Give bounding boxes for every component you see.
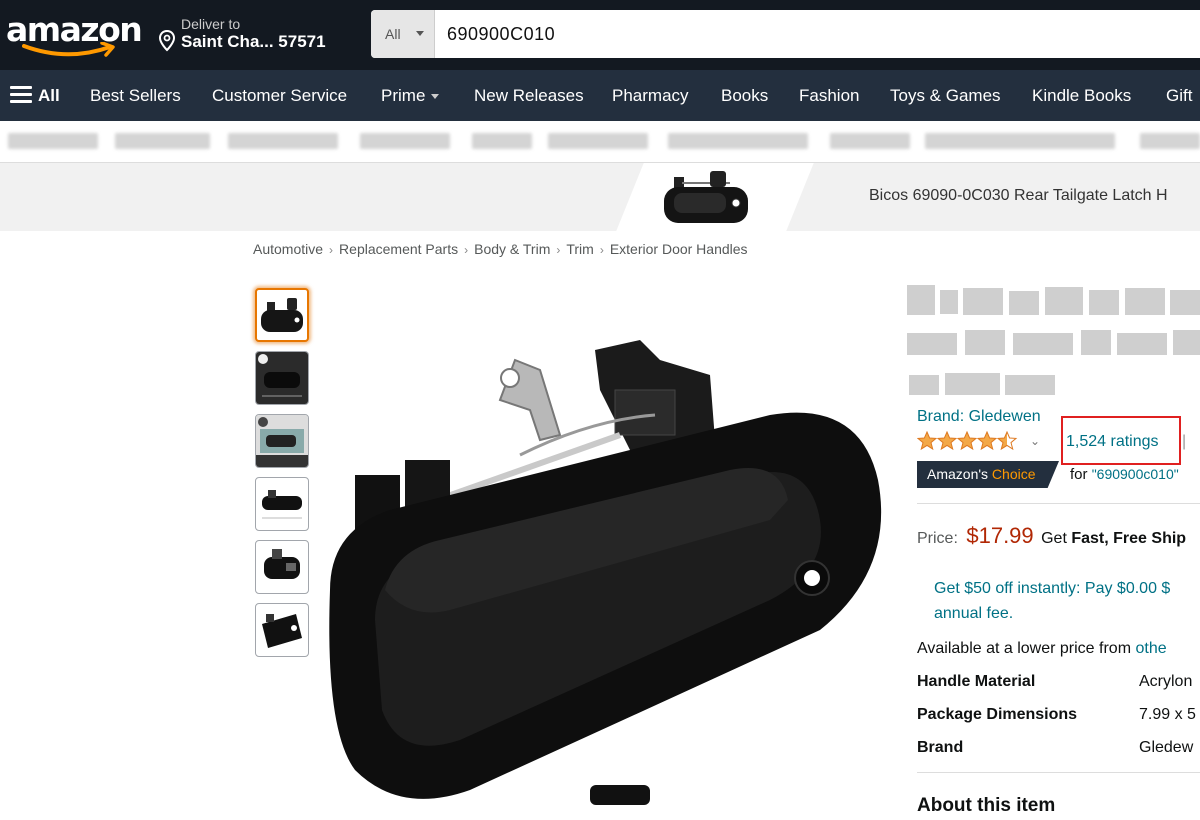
promo-line-1: Get $50 off instantly: Pay $0.00 $ — [934, 580, 1171, 597]
badge-text: Amazon's Choice — [927, 466, 1036, 482]
price-row: Price: $17.99 Get Fast, Free Ship — [917, 523, 1186, 549]
chevron-right-icon: › — [329, 243, 334, 257]
spec-row: Handle Material Acrylon — [917, 673, 1200, 695]
search-category-dropdown[interactable]: All — [371, 10, 435, 58]
nav-fashion[interactable]: Fashion — [799, 70, 859, 121]
breadcrumb-exterior-door-handles[interactable]: Exterior Door Handles — [610, 241, 748, 257]
sponsored-banner[interactable]: Bicos 69090-0C030 Rear Tailgate Latch H — [0, 163, 1200, 231]
shipping-bold: Fast, Free Ship — [1071, 530, 1187, 547]
chevron-down-icon — [416, 31, 424, 36]
spec-value: 7.99 x 5 — [1139, 706, 1196, 723]
breadcrumb-trim[interactable]: Trim — [566, 241, 593, 257]
chevron-right-icon: › — [556, 243, 561, 257]
nav-kindle-books[interactable]: Kindle Books — [1032, 70, 1131, 121]
blurred-item — [830, 133, 910, 149]
search-input[interactable] — [435, 10, 1195, 58]
top-header: amazon Deliver to Saint Cha... 57571 All — [0, 0, 1200, 70]
badge-text-choice: Choice — [991, 466, 1036, 482]
separator: | — [1182, 433, 1187, 450]
star-rating-icon[interactable] — [917, 431, 1027, 451]
nav-books[interactable]: Books — [721, 70, 768, 121]
spec-value: Gledew — [1139, 739, 1194, 756]
blurred-item — [115, 133, 210, 149]
nav-pharmacy[interactable]: Pharmacy — [612, 70, 689, 121]
blurred-item — [8, 133, 98, 149]
location-pin-icon — [158, 30, 176, 52]
amazons-choice-badge[interactable]: Amazon's Choice — [917, 461, 1059, 488]
card-promo-link[interactable]: Get $50 off instantly: Pay $0.00 $ annua… — [934, 576, 1170, 626]
spec-row: Package Dimensions 7.99 x 5 — [917, 706, 1200, 728]
blurred-item — [1140, 133, 1200, 149]
choice-for-query: for "690900c010" — [1070, 466, 1179, 483]
chevron-down-icon — [431, 94, 440, 100]
shipping-text: Get Fast, Free Ship — [1041, 530, 1186, 547]
search-bar: All — [371, 10, 1200, 58]
banner-product-image — [664, 171, 748, 223]
banner-title: Bicos 69090-0C030 Rear Tailgate Latch H — [869, 187, 1168, 204]
about-this-item-heading: About this item — [917, 795, 1056, 816]
deliver-location: Saint Cha... 57571 — [181, 32, 326, 51]
promo-line-2: annual fee. — [934, 605, 1014, 622]
deliver-label: Deliver to — [181, 16, 241, 32]
breadcrumb-replacement-parts[interactable]: Replacement Parts — [339, 241, 458, 257]
blurred-item — [472, 133, 532, 149]
nav-gift[interactable]: Gift — [1166, 70, 1192, 121]
sub-navigation-blurred — [0, 121, 1200, 163]
chevron-right-icon: › — [599, 243, 604, 257]
lower-price-text: Available at a lower price from — [917, 640, 1132, 657]
breadcrumb-automotive[interactable]: Automotive — [253, 241, 323, 257]
ratings-count-link[interactable]: 1,524 ratings — [1066, 433, 1159, 451]
divider — [917, 772, 1200, 773]
main-product-image[interactable] — [300, 330, 900, 810]
blurred-item — [668, 133, 808, 149]
breadcrumb-body-trim[interactable]: Body & Trim — [474, 241, 550, 257]
nav-prime-label: Prime — [381, 86, 426, 105]
nav-toys-games[interactable]: Toys & Games — [890, 70, 1001, 121]
choice-query-link[interactable]: "690900c010" — [1092, 466, 1179, 482]
nav-customer-service[interactable]: Customer Service — [212, 70, 347, 121]
breadcrumb: Automotive › Replacement Parts › Body & Trim… — [253, 241, 748, 257]
divider — [917, 503, 1200, 504]
blurred-item — [360, 133, 450, 149]
spec-value: Acrylon — [1139, 673, 1193, 690]
search-category-label: All — [385, 26, 401, 42]
spec-key: Handle Material — [917, 673, 1036, 690]
spec-key: Brand — [917, 739, 964, 756]
blurred-item — [925, 133, 1115, 149]
deliver-to[interactable]: Deliver to Saint Cha... 57571 — [158, 14, 348, 56]
lower-price-notice: Available at a lower price from othe — [917, 640, 1167, 658]
chevron-down-icon[interactable]: ⌄ — [1030, 434, 1040, 448]
hamburger-menu-icon[interactable] — [10, 86, 32, 104]
shipping-prefix: Get — [1041, 530, 1067, 547]
price-label: Price: — [917, 530, 958, 547]
brand-link[interactable]: Brand: Gledewen — [917, 408, 1041, 426]
other-sellers-link[interactable]: othe — [1135, 640, 1166, 657]
chevron-right-icon: › — [464, 243, 469, 257]
blurred-item — [228, 133, 338, 149]
blurred-product-title — [907, 285, 1200, 395]
nav-bar: All Best Sellers Customer Service Prime … — [0, 70, 1200, 121]
nav-new-releases[interactable]: New Releases — [474, 70, 584, 121]
spec-row: Brand Gledew — [917, 739, 1200, 761]
price-value: $17.99 — [966, 523, 1034, 548]
choice-for-label: for — [1070, 466, 1088, 483]
badge-text-prefix: Amazon's — [927, 466, 989, 482]
blurred-item — [548, 133, 648, 149]
logo-smile-icon — [22, 42, 115, 57]
nav-prime[interactable]: Prime — [381, 70, 440, 121]
amazon-logo[interactable]: amazon — [6, 8, 143, 58]
nav-best-sellers[interactable]: Best Sellers — [90, 70, 181, 121]
nav-all[interactable]: All — [38, 70, 60, 121]
spec-key: Package Dimensions — [917, 706, 1078, 723]
